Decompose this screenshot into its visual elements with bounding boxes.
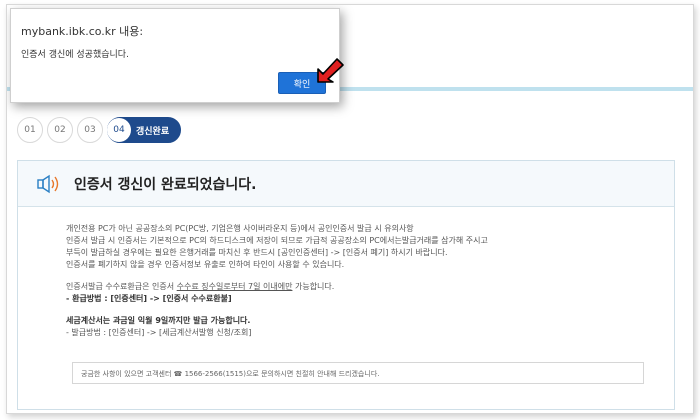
notice-line: 개인전용 PC가 아닌 공공장소의 PC(PC방, 기업은행 사이버라운지 등)… (66, 224, 414, 233)
notice-line: 인증서를 폐기하지 않을 경우 인증서정보 유출로 인하여 타인이 사용할 수 … (66, 260, 345, 269)
alert-dialog: mybank.ibk.co.kr 내용: 인증서 갱신에 성공했습니다. 확인 (10, 8, 340, 103)
notice-line: 부득이 발급하실 경우에는 필요한 은행거래를 마치신 후 반드시 [공인인증센… (66, 248, 448, 257)
panel-title: 인증서 갱신이 완료되었습니다. (74, 176, 257, 193)
contact-box: 궁금한 사항이 있으면 고객센터 ☎ 1566-2566(1515)으로 문의하… (72, 362, 644, 384)
speaker-icon (37, 174, 59, 193)
refund-period: 수수료 징수일로부터 7일 이내에만 (176, 282, 293, 291)
step-02: 02 (47, 117, 73, 143)
tax-method: - 발급방법 : [인증센터] -> [세금계산서발행 신청/조회] (66, 328, 252, 337)
step-03: 03 (77, 117, 103, 143)
refund-line: 인증서발급 수수료환급은 인증서 수수료 징수일로부터 7일 이내에만 가능합니… (66, 281, 674, 293)
alert-message: 인증서 갱신에 성공했습니다. (21, 50, 129, 60)
red-arrow-icon (317, 58, 344, 83)
notice-line: 인증서 발급 시 인증서는 기본적으로 PC의 하드디스크에 저장이 되므로 가… (66, 236, 488, 245)
refund-prefix: 인증서발급 수수료환급은 인증서 (66, 282, 177, 291)
refund-method: - 환급방법 : [인증센터] -> [인증서 수수료환불] (66, 294, 232, 303)
refund-suffix: 가능합니다. (292, 282, 335, 291)
step-01: 01 (17, 117, 43, 143)
step-04-label: 갱신완료 (136, 126, 170, 137)
alert-title: mybank.ibk.co.kr 내용: (21, 25, 144, 38)
panel-header: 인증서 갱신이 완료되었습니다. (18, 161, 674, 207)
step-04-number: 04 (107, 118, 131, 142)
panel-body: 개인전용 PC가 아닌 공공장소의 PC(PC방, 기업은행 사이버라운지 등)… (18, 207, 674, 339)
browser-page: 01 02 03 04 갱신완료 인증서 갱신이 완료되었습니다. 개인전용 P… (6, 4, 694, 414)
step-04-active: 04 갱신완료 (107, 117, 181, 143)
result-panel: 인증서 갱신이 완료되었습니다. 개인전용 PC가 아닌 공공장소의 PC(PC… (17, 160, 675, 410)
tax-heading: 세금계산서는 과금일 익월 9일까지만 발급 가능합니다. (66, 316, 251, 325)
step-indicator: 01 02 03 04 갱신완료 (17, 117, 181, 143)
